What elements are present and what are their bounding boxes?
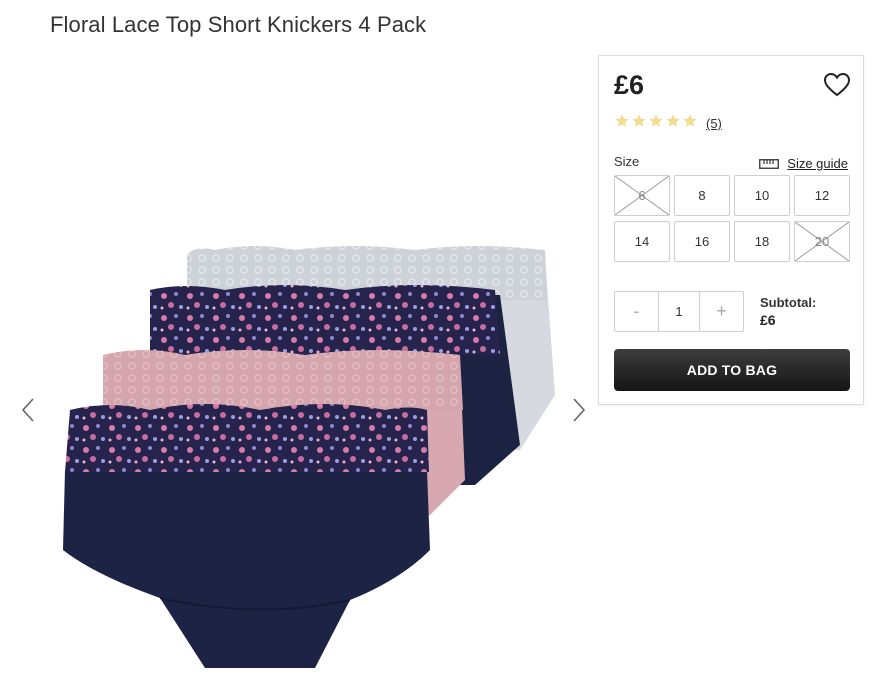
size-option-label: 8 bbox=[698, 188, 706, 203]
star-icon bbox=[615, 114, 629, 127]
subtotal-value: £6 bbox=[760, 312, 776, 328]
size-option-6[interactable]: 6 bbox=[614, 175, 670, 216]
size-option-label: 14 bbox=[634, 234, 650, 249]
buy-box: £6 (5) Size Size guide 6 8 10 12 14 16 18 20 - … bbox=[598, 55, 864, 405]
product-image bbox=[55, 180, 565, 675]
size-option-14[interactable]: 14 bbox=[614, 221, 670, 262]
ruler-icon bbox=[759, 158, 780, 169]
size-options: 6 8 10 12 14 16 18 20 bbox=[614, 175, 850, 262]
stars-group bbox=[614, 113, 699, 134]
size-option-label: 6 bbox=[638, 188, 646, 203]
gallery-prev-button[interactable] bbox=[17, 396, 41, 424]
product-gallery bbox=[0, 60, 600, 668]
star-icon bbox=[683, 114, 697, 127]
size-option-20[interactable]: 20 bbox=[794, 221, 850, 262]
heart-icon bbox=[823, 72, 851, 97]
price: £6 bbox=[614, 70, 645, 100]
size-option-12[interactable]: 12 bbox=[794, 175, 850, 216]
size-guide-label: Size guide bbox=[787, 156, 848, 171]
size-option-10[interactable]: 10 bbox=[734, 175, 790, 216]
subtotal-label: Subtotal: bbox=[760, 295, 817, 310]
star-icon bbox=[632, 114, 646, 127]
review-count-link[interactable]: (5) bbox=[706, 116, 722, 131]
product-title: Floral Lace Top Short Knickers 4 Pack bbox=[50, 12, 427, 37]
size-label: Size bbox=[614, 154, 640, 169]
subtotal: Subtotal: £6 bbox=[760, 295, 816, 328]
size-option-label: 10 bbox=[754, 188, 770, 203]
size-option-label: 16 bbox=[694, 234, 710, 249]
quantity-stepper: - 1 + bbox=[614, 291, 744, 332]
chevron-left-icon bbox=[21, 398, 34, 422]
quantity-increase-button[interactable]: + bbox=[700, 292, 743, 331]
star-rating: (5) bbox=[614, 113, 722, 134]
star-icon bbox=[649, 114, 663, 127]
add-to-bag-button[interactable]: ADD TO BAG bbox=[614, 349, 850, 391]
size-option-18[interactable]: 18 bbox=[734, 221, 790, 262]
wishlist-button[interactable] bbox=[823, 72, 851, 98]
size-option-16[interactable]: 16 bbox=[674, 221, 730, 262]
quantity-decrease-button[interactable]: - bbox=[615, 292, 658, 331]
size-option-label: 18 bbox=[754, 234, 770, 249]
size-option-8[interactable]: 8 bbox=[674, 175, 730, 216]
gallery-next-button[interactable] bbox=[566, 396, 590, 424]
size-option-label: 12 bbox=[814, 188, 830, 203]
chevron-right-icon bbox=[573, 398, 586, 422]
star-icon bbox=[666, 114, 680, 127]
quantity-value[interactable]: 1 bbox=[658, 292, 700, 331]
size-option-label: 20 bbox=[814, 234, 830, 249]
size-guide-link[interactable]: Size guide bbox=[759, 156, 848, 171]
